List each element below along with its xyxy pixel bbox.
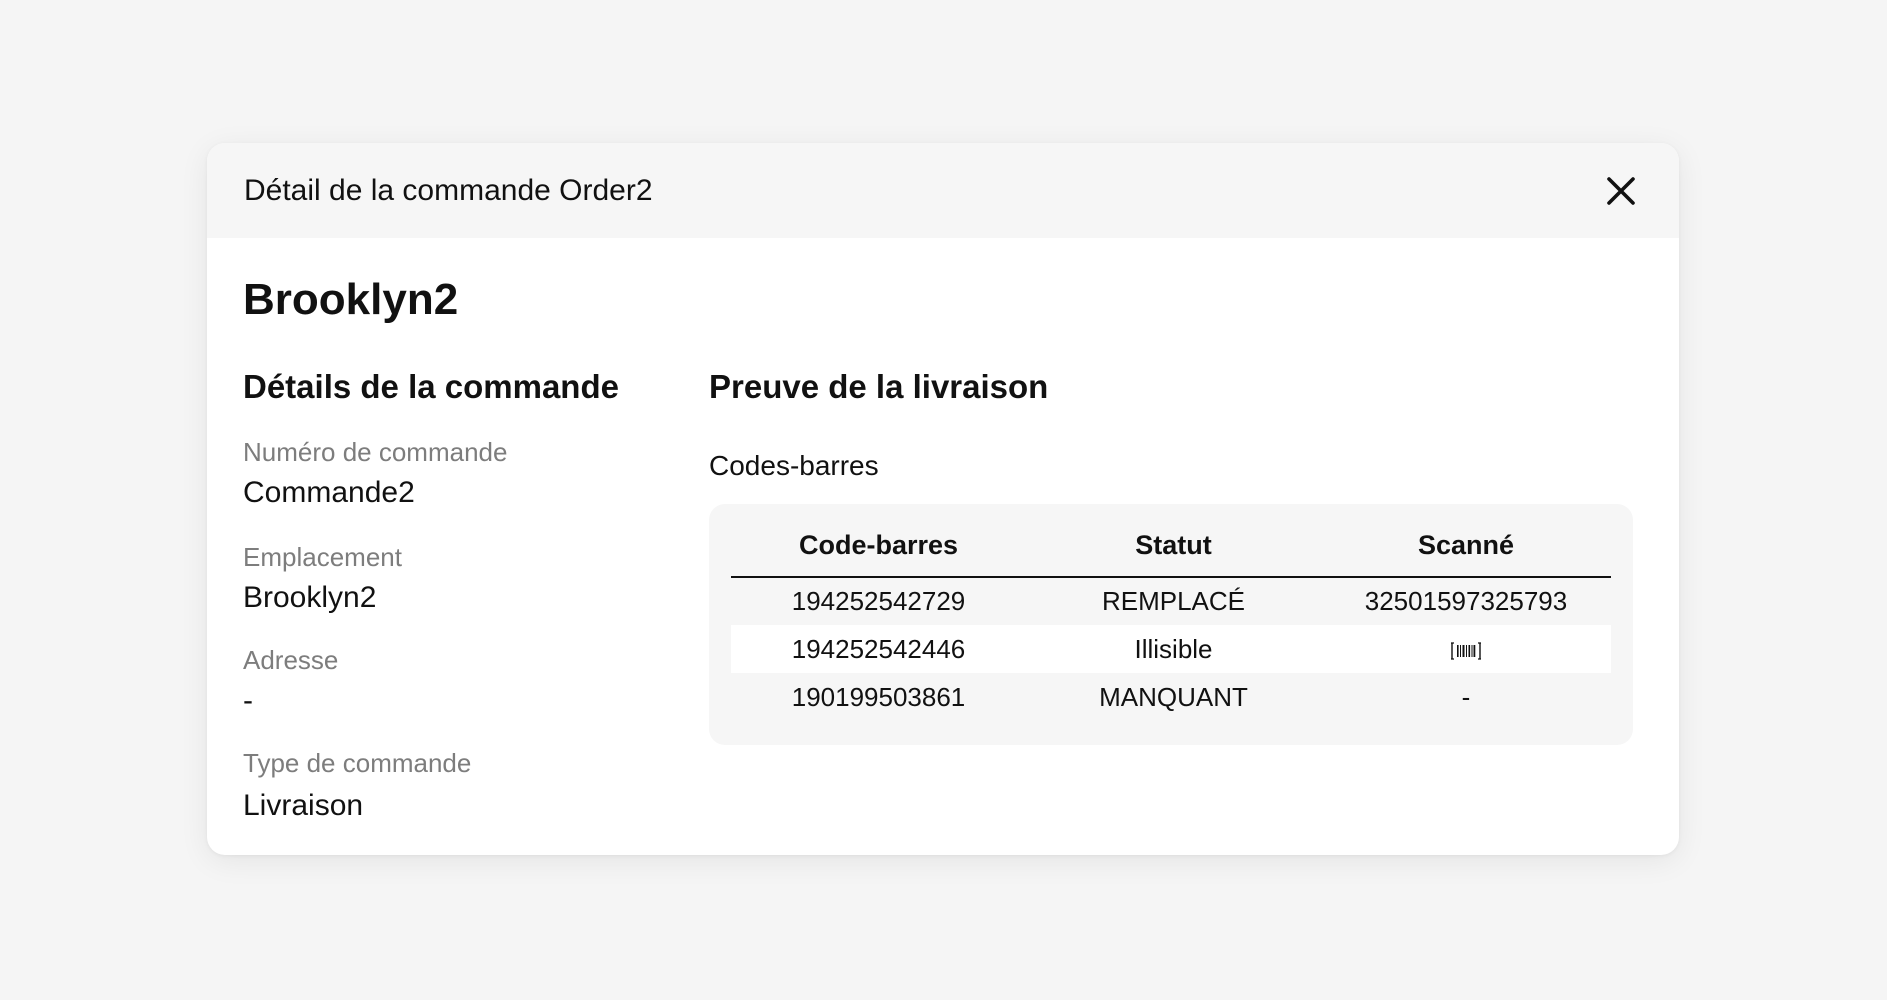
barcode-icon (1451, 642, 1481, 660)
field-value: Livraison (243, 789, 364, 822)
cell-scanned: - (1461, 681, 1471, 712)
barcodes-table: Code-barres Statut Scanné 194252542729 R… (731, 530, 1611, 721)
cell-barcode: 194252542446 (731, 625, 1026, 673)
cell-scanned: 32501597325793 (1364, 586, 1568, 616)
close-icon (1607, 176, 1635, 205)
field-address: Adresse - (243, 645, 663, 718)
table-row: 194252542446 Illisible (731, 625, 1611, 673)
delivery-proof-section: Preuve de la livraison Codes-barres Code… (709, 368, 1633, 745)
column-header-barcode: Code-barres (731, 530, 1026, 578)
cell-scanned (1321, 625, 1611, 673)
field-label: Type de commande (243, 748, 472, 778)
field-order-type: Type de commande Livraison (243, 748, 663, 823)
cell-status: MANQUANT (1099, 681, 1248, 712)
column-header-status: Statut (1026, 530, 1321, 578)
cell-status: REMPLACÉ (1101, 586, 1246, 616)
close-button[interactable] (1599, 169, 1643, 213)
order-details-section: Détails de la commande Numéro de command… (243, 368, 663, 823)
modal-title: Détail de la commande Order2 (244, 173, 653, 207)
cell-barcode: 194252542729 (791, 586, 966, 616)
barcodes-card: Code-barres Statut Scanné 194252542729 R… (709, 504, 1633, 745)
cell-status: Illisible (1026, 625, 1321, 673)
modal-header: Détail de la commande Order2 (207, 143, 1679, 238)
field-value: Commande2 (243, 476, 415, 509)
delivery-proof-title: Preuve de la livraison (709, 368, 1049, 405)
table-header-row: Code-barres Statut Scanné (731, 530, 1611, 578)
customer-name: Brooklyn2 (243, 275, 459, 324)
cell-barcode: 190199503861 (791, 681, 966, 712)
order-detail-modal: Détail de la commande Order2 Brooklyn2 D… (207, 143, 1679, 855)
table-row: 190199503861 MANQUANT - (731, 673, 1611, 721)
column-header-scanned: Scanné (1321, 530, 1611, 578)
table-row: 194252542729 REMPLACÉ 32501597325793 (731, 577, 1611, 625)
field-value: - (243, 684, 253, 717)
field-label: Numéro de commande (243, 437, 508, 467)
field-value: Brooklyn2 (243, 581, 377, 614)
field-order-number: Numéro de commande Commande2 (243, 437, 663, 510)
field-label: Adresse (243, 645, 339, 675)
field-label: Emplacement (243, 542, 402, 572)
field-location: Emplacement Brooklyn2 (243, 542, 663, 615)
barcodes-title: Codes-barres (709, 450, 879, 481)
order-details-title: Détails de la commande (243, 368, 619, 405)
